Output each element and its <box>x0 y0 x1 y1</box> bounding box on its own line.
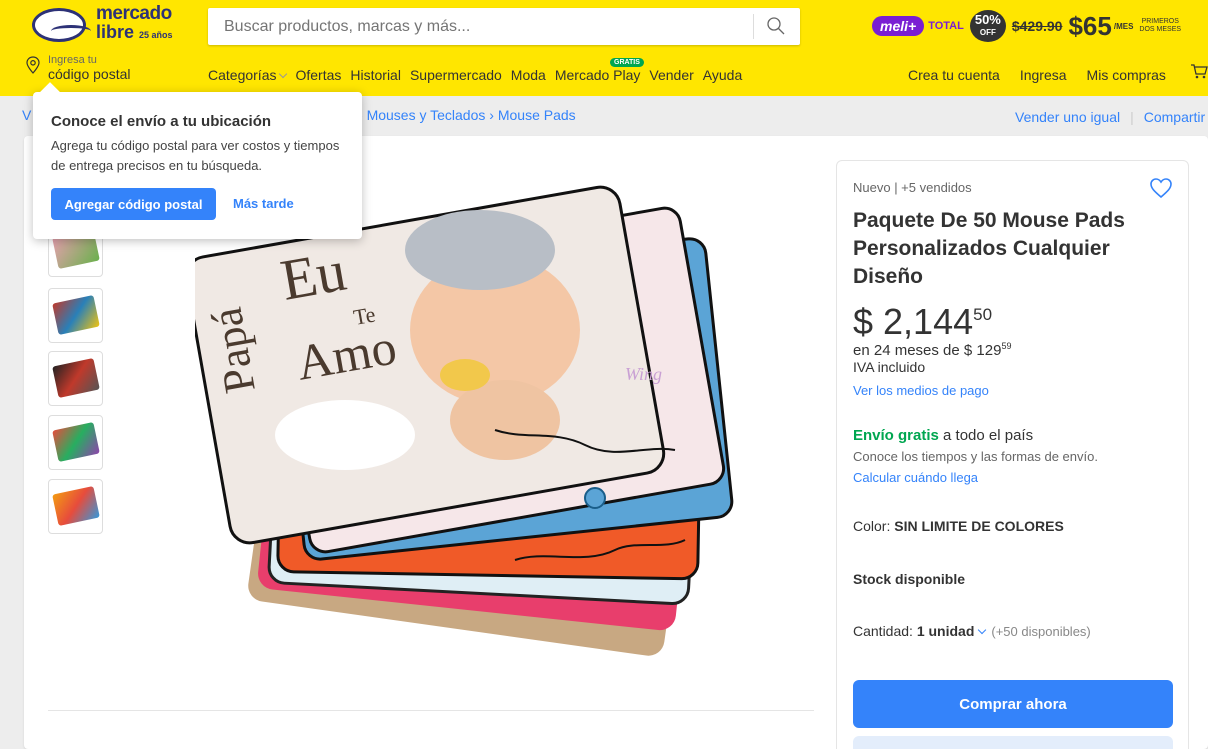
breadcrumb-separator: › <box>489 107 498 123</box>
popup-title: Conoce el envío a tu ubicación <box>51 113 272 130</box>
promo-new-price: $65 <box>1068 11 1112 41</box>
thumbnail[interactable] <box>48 351 103 406</box>
postal-label: código postal <box>48 66 131 82</box>
location-pin-icon <box>26 56 40 74</box>
my-purchases-link[interactable]: Mis compras <box>1087 67 1166 83</box>
breadcrumb-item[interactable]: Mouse Pads <box>498 107 576 123</box>
add-postal-code-button[interactable]: Agregar código postal <box>51 188 216 220</box>
promo-note: PRIMEROS DOS MESES <box>1139 18 1182 33</box>
search-divider <box>753 14 754 39</box>
breadcrumb-item[interactable]: Mouses y Teclados <box>367 107 486 123</box>
chevron-down-icon <box>279 69 288 79</box>
sell-similar-link[interactable]: Vender uno igual <box>1015 109 1120 125</box>
thumbnail[interactable] <box>48 415 103 470</box>
nav-supermercado[interactable]: Supermercado <box>410 67 502 83</box>
promo-per-month: /MES <box>1113 21 1134 31</box>
payment-methods-link[interactable]: Ver los medios de pago <box>853 383 989 398</box>
actions-separator: | <box>1130 109 1134 125</box>
gratis-badge: GRATIS <box>610 58 644 67</box>
promo-old-price: $429.90 <box>1011 18 1063 34</box>
create-account-link[interactable]: Crea tu cuenta <box>908 67 1000 83</box>
search-icon[interactable] <box>766 16 786 36</box>
shipping-info: Conoce los tiempos y las formas de envío… <box>853 449 1098 464</box>
baby-body <box>450 380 560 460</box>
nav-historial[interactable]: Historial <box>350 67 401 83</box>
thumbnail[interactable] <box>48 479 103 534</box>
condition-sold: Nuevo | +5 vendidos <box>853 180 972 195</box>
heart-icon[interactable] <box>1149 177 1173 199</box>
add-to-cart-button[interactable] <box>853 736 1173 749</box>
search-bar <box>208 8 800 45</box>
thumbnail[interactable] <box>48 288 103 343</box>
image-watermark: Wing <box>625 364 662 384</box>
postal-code-selector[interactable]: Ingresa tu código postal <box>26 54 146 84</box>
main-nav: Categorías Ofertas Historial Supermercad… <box>208 67 742 83</box>
price: $ 2,14450 <box>853 301 993 342</box>
buy-now-button[interactable]: Comprar ahora <box>853 680 1173 728</box>
mercadolibre-logo[interactable]: mercado libre 25 años <box>24 4 174 44</box>
page-actions: Vender uno igual | Compartir <box>1015 109 1205 125</box>
installments: en 24 meses de $ 12959 <box>853 341 1012 359</box>
nav-ofertas[interactable]: Ofertas <box>295 67 341 83</box>
nav-ayuda[interactable]: Ayuda <box>703 67 742 83</box>
divider <box>48 710 814 711</box>
color-info: Color: SIN LIMITE DE COLORES <box>853 518 1064 534</box>
share-link[interactable]: Compartir <box>1144 109 1205 125</box>
header: mercado libre 25 años meli+ TOTAL 50%OFF… <box>0 0 1208 96</box>
login-link[interactable]: Ingresa <box>1020 67 1067 83</box>
nav-mercado-play[interactable]: Mercado Play <box>555 67 641 83</box>
free-shipping: Envío gratis a todo el país <box>853 427 1034 444</box>
image-text-eu: Eu <box>276 238 351 313</box>
nav-categorias[interactable]: Categorías <box>208 67 288 83</box>
breadcrumb: › Mouses y Teclados › Mouse Pads <box>358 107 576 123</box>
logo-line1: mercado <box>96 3 172 24</box>
product-image[interactable]: Papá Eu Te Amo Wing <box>195 180 775 660</box>
stock-status: Stock disponible <box>853 571 966 587</box>
button-decoration <box>584 487 606 509</box>
iva-note: IVA incluido <box>853 359 926 375</box>
sponge-shape <box>440 359 490 391</box>
nav-vender[interactable]: Vender <box>649 67 693 83</box>
postal-prompt: Ingresa tu <box>48 54 97 66</box>
nav-moda[interactable]: Moda <box>511 67 546 83</box>
popup-text: Agrega tu código postal para ver costos … <box>51 138 340 173</box>
user-nav: Crea tu cuenta Ingresa Mis compras <box>908 67 1166 83</box>
installments-cents: 59 <box>1001 341 1012 351</box>
handshake-icon <box>32 8 91 42</box>
quantity-selector[interactable]: Cantidad: 1 unidad (+50 disponibles) <box>853 623 1091 639</box>
logo-anniversary: 25 años <box>139 30 173 40</box>
product-title: Paquete De 50 Mouse Pads Personalizados … <box>853 209 1125 288</box>
chevron-down-icon <box>978 625 987 635</box>
search-input[interactable] <box>224 18 744 36</box>
cart-icon[interactable] <box>1190 62 1208 80</box>
calculate-arrival-link[interactable]: Calcular cuándo llega <box>853 470 978 485</box>
promo-total: TOTAL <box>928 20 964 32</box>
buy-box: Nuevo | +5 vendidos Paquete De 50 Mouse … <box>836 160 1189 749</box>
pillow-shape <box>275 400 415 470</box>
price-cents: 50 <box>973 305 993 324</box>
breadcrumb-start[interactable]: V <box>22 107 31 123</box>
location-popup: Conoce el envío a tu ubicación Agrega tu… <box>33 82 362 239</box>
meli-plus-promo[interactable]: meli+ TOTAL 50% OFF $429.90 $65 /MES PRIM… <box>872 10 1181 42</box>
promo-off-badge: 50% OFF <box>969 10 1006 42</box>
logo-line2: libre 25 años <box>96 22 173 42</box>
bonnet-shape <box>405 210 555 290</box>
meli-plus-badge: meli+ <box>872 16 925 36</box>
later-link[interactable]: Más tarde <box>233 196 294 211</box>
